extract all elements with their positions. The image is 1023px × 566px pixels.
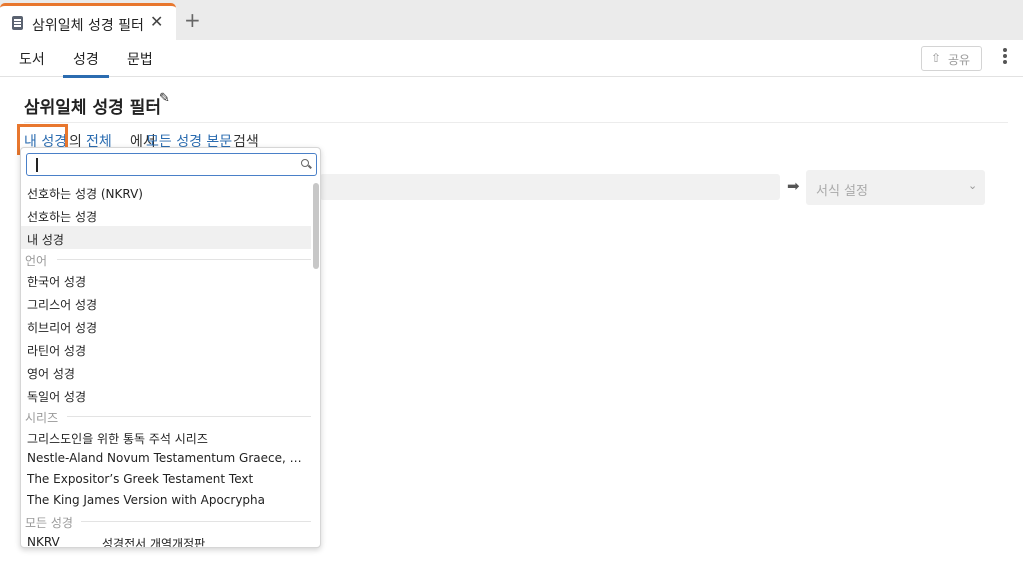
list-item[interactable]: 독일어 성경	[27, 388, 307, 405]
share-button[interactable]: ⇧ 공유	[921, 46, 982, 71]
format-settings-label: 서식 설정	[816, 184, 868, 199]
list-item[interactable]: 한국어 성경	[27, 273, 307, 290]
list-item[interactable]: 히브리어 성경	[27, 319, 307, 336]
list-item[interactable]: The Expositor’s Greek Testament Text	[27, 472, 307, 486]
list-item[interactable]: 영어 성경	[27, 365, 307, 382]
section-header-series: 시리즈	[25, 411, 59, 425]
dropdown-list: 선호하는 성경 (NKRV) 선호하는 성경 내 성경 언어 한국어 성경 그리…	[21, 181, 311, 547]
scrollbar-thumb[interactable]	[313, 183, 319, 269]
query-bar[interactable]	[320, 174, 780, 200]
dropdown-search-input[interactable]	[26, 153, 317, 176]
list-item[interactable]: 그리스어 성경	[27, 296, 307, 313]
more-options-icon[interactable]	[1000, 48, 1010, 68]
share-label: 공유	[948, 53, 971, 67]
page-title: 삼위일체 성경 필터	[24, 98, 161, 118]
section-divider	[81, 521, 311, 522]
list-item[interactable]: 선호하는 성경	[27, 208, 307, 225]
new-tab-button[interactable]: +	[184, 8, 201, 32]
edit-icon[interactable]: ✎	[159, 91, 170, 106]
sub-navigation: 도서 성경 문법 ⇧ 공유	[0, 40, 1023, 78]
nav-item-books[interactable]: 도서	[19, 49, 45, 69]
bible-name[interactable]: 성경전서 개역개정판	[102, 535, 205, 547]
list-item[interactable]: 선호하는 성경 (NKRV)	[27, 185, 307, 202]
search-icon	[301, 159, 312, 169]
section-divider	[57, 259, 311, 260]
text-caret	[36, 158, 38, 172]
close-icon[interactable]: ✕	[150, 12, 163, 31]
arrow-right-icon: ➡	[787, 177, 800, 195]
format-settings-select[interactable]: 서식 설정 ⌄	[806, 170, 985, 205]
nav-item-grammar[interactable]: 문법	[127, 49, 153, 69]
document-tab[interactable]: 삼위일체 성경 필터 ✕	[0, 3, 176, 40]
list-item[interactable]: 라틴어 성경	[27, 342, 307, 359]
nav-item-bible[interactable]: 성경	[63, 49, 109, 78]
share-icon: ⇧	[931, 51, 942, 65]
list-item[interactable]: Nestle-Aland Novum Testamentum Graece, 2…	[27, 451, 307, 465]
bible-dropdown: 선호하는 성경 (NKRV) 선호하는 성경 내 성경 언어 한국어 성경 그리…	[20, 147, 321, 548]
list-item-selected[interactable]: 내 성경	[27, 231, 307, 248]
list-item[interactable]: 그리스도인을 위한 통독 주석 시리즈	[27, 430, 307, 447]
divider	[24, 122, 1008, 123]
tab-strip: 삼위일체 성경 필터 ✕ +	[0, 0, 1023, 40]
section-divider	[67, 416, 311, 417]
section-header-all-bibles: 모든 성경	[25, 516, 73, 530]
document-icon	[12, 16, 23, 30]
list-item[interactable]: The King James Version with Apocrypha	[27, 493, 307, 507]
tab-title: 삼위일체 성경 필터	[32, 18, 144, 34]
bible-code[interactable]: NKRV	[27, 535, 60, 547]
section-header-language: 언어	[25, 254, 48, 268]
chevron-down-icon: ⌄	[968, 179, 978, 192]
